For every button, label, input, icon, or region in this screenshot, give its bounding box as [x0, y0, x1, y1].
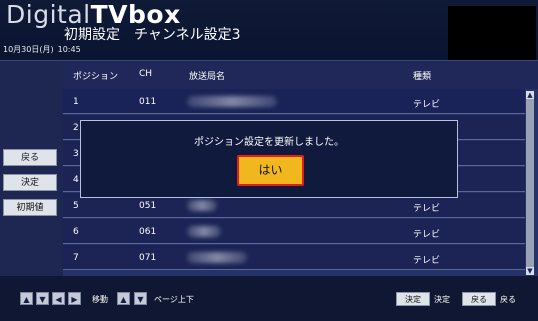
dialog-message: ポジション設定を更新しました。 — [194, 137, 344, 148]
time: 10:45 — [57, 45, 81, 54]
header-station: 放送局名 — [189, 72, 226, 82]
brand-bold: TVbox — [90, 0, 181, 29]
arrow-right-icon[interactable]: ▶ — [68, 292, 81, 305]
page-up-icon[interactable]: ▲ — [117, 292, 130, 305]
footer: ▲ ▼ ◀ ▶ 移動 ▲ ▼ ページ上下 決定 決定 戻る 戻る — [0, 276, 538, 321]
header: DigitalTVbox 初期設定 チャンネル設定3 10月30日(月) 10:45 — [0, 0, 538, 60]
row-ch: 051 — [139, 201, 157, 211]
arrow-down-icon[interactable]: ▼ — [36, 292, 49, 305]
sidebar: 戻る 決定 初期値 — [0, 61, 63, 277]
row-position: 2 — [73, 123, 79, 133]
back-key[interactable]: 戻る — [462, 292, 496, 306]
row-type: テレビ — [413, 204, 441, 214]
station-name-blurred — [187, 96, 277, 107]
row-position: 7 — [73, 253, 79, 263]
move-label: 移動 — [92, 295, 108, 304]
station-name-blurred — [187, 252, 247, 263]
video-preview — [448, 6, 536, 60]
row-ch: 061 — [139, 227, 157, 237]
station-name-blurred — [187, 200, 217, 211]
brand-light: Digital — [6, 0, 91, 29]
arrow-left-icon[interactable]: ◀ — [52, 292, 65, 305]
brand-logo: DigitalTVbox — [6, 2, 181, 28]
table-header: ポジション CH 放送局名 種類 — [63, 61, 538, 89]
row-ch: 071 — [139, 253, 157, 263]
title-main: 初期設定 — [64, 27, 120, 43]
scroll-up-icon[interactable]: ▲ — [526, 91, 534, 99]
page-label: ページ上下 — [154, 295, 194, 304]
reset-button[interactable]: 初期値 — [3, 199, 57, 216]
date: 10月30日(月) — [3, 45, 54, 54]
header-ch: CH — [139, 69, 153, 79]
header-type: 種類 — [413, 72, 432, 82]
page-down-icon[interactable]: ▼ — [134, 292, 147, 305]
row-position: 6 — [73, 227, 79, 237]
page-title: 初期設定 チャンネル設定3 — [64, 27, 241, 43]
row-type: テレビ — [413, 100, 441, 110]
row-position: 4 — [73, 175, 79, 185]
title-sub: チャンネル設定3 — [134, 27, 241, 43]
datetime: 10月30日(月) 10:45 — [3, 44, 81, 55]
back-key-label: 戻る — [500, 295, 516, 304]
station-name-blurred — [187, 226, 221, 237]
row-type: テレビ — [413, 230, 441, 240]
confirm-key-label: 決定 — [434, 295, 450, 304]
scroll-down-icon[interactable]: ▼ — [526, 267, 534, 275]
row-ch: 011 — [139, 97, 157, 107]
row-position: 5 — [73, 201, 79, 211]
row-position: 3 — [73, 149, 79, 159]
arrow-up-icon[interactable]: ▲ — [20, 292, 33, 305]
confirm-key[interactable]: 決定 — [396, 292, 430, 306]
table-row[interactable]: 6 061 テレビ — [63, 219, 525, 244]
back-button[interactable]: 戻る — [3, 149, 57, 166]
row-position: 1 — [73, 97, 79, 107]
confirm-button[interactable]: 決定 — [3, 174, 57, 191]
table-row[interactable]: 7 071 テレビ — [63, 245, 525, 270]
confirmation-dialog: ポジション設定を更新しました。 はい — [80, 120, 458, 198]
row-type: テレビ — [413, 256, 441, 266]
scrollbar[interactable]: ▲ ▼ — [526, 91, 534, 275]
header-position: ポジション — [73, 72, 119, 82]
yes-button[interactable]: はい — [237, 155, 304, 186]
table-row[interactable]: 1 011 テレビ — [63, 89, 525, 114]
